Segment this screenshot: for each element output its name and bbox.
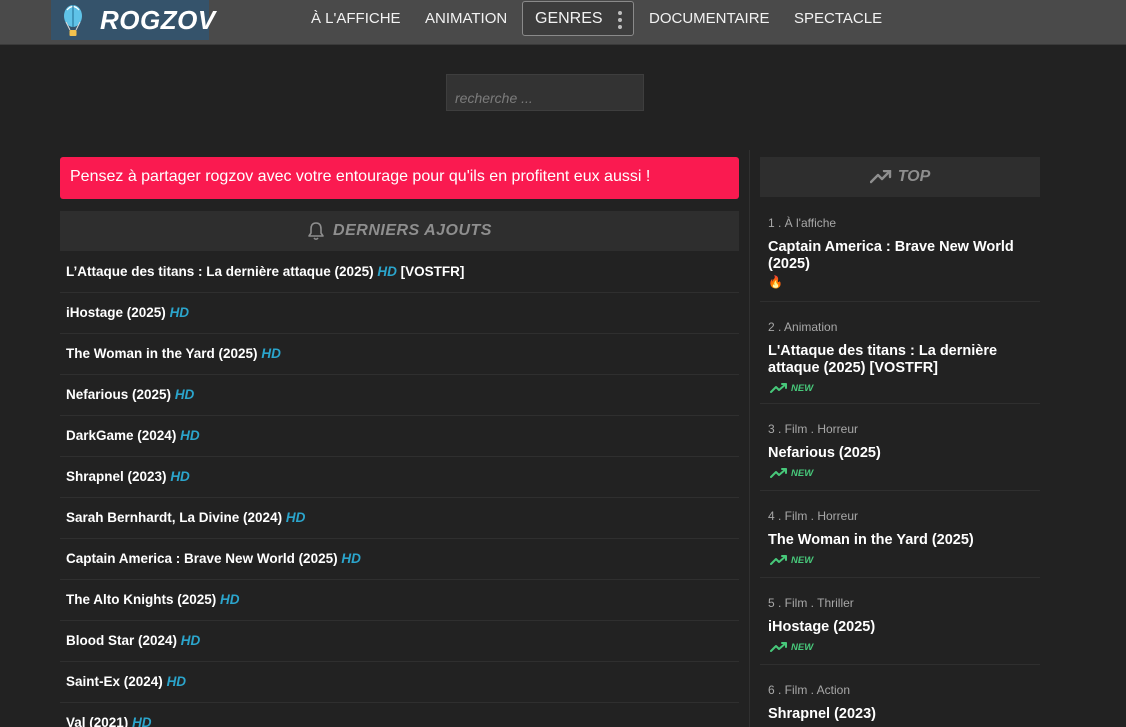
latest-item-title: Saint-Ex (2024) (66, 674, 163, 689)
vertical-dots-icon (618, 11, 622, 29)
top-item-title[interactable]: iHostage (2025) (768, 619, 1032, 636)
top-item-category: 3 . Film . Horreur (768, 422, 859, 436)
hd-tag: HD (220, 592, 240, 607)
new-badge: NEW (768, 381, 1032, 395)
top-item-category: 5 . Film . Thriller (768, 596, 854, 610)
hd-tag: HD (261, 346, 281, 361)
bell-icon (308, 222, 324, 241)
top-header: TOP (760, 157, 1040, 197)
latest-item-title: Sarah Bernhardt, La Divine (2024) (66, 510, 283, 525)
top-item[interactable]: 1 . À l'affiche Captain America : Brave … (760, 198, 1040, 302)
top-item[interactable]: 4 . Film . Horreur The Woman in the Yard… (760, 491, 1040, 578)
latest-item-title: DarkGame (2024) (66, 428, 177, 443)
latest-item-title: The Woman in the Yard (2025) (66, 346, 258, 361)
site-logo[interactable]: ROGZOV (51, 0, 215, 40)
latest-item[interactable]: Nefarious (2025) HD (60, 375, 739, 416)
latest-additions-title: DERNIERS AJOUTS (333, 222, 492, 239)
new-label: NEW (791, 382, 814, 394)
trending-up-icon (770, 555, 787, 565)
latest-item-title: Val (2021) (66, 715, 129, 727)
new-label: NEW (791, 641, 814, 653)
top-item-category: 4 . Film . Horreur (768, 509, 859, 523)
latest-item[interactable]: L’Attaque des titans : La dernière attaq… (60, 252, 739, 293)
new-badge: NEW (768, 553, 1032, 567)
top-item-title[interactable]: L'Attaque des titans : La dernière attaq… (768, 343, 1032, 377)
hd-tag: HD (174, 387, 195, 402)
latest-item-title: Shrapnel (2023) (66, 469, 167, 484)
hd-tag: HD (180, 428, 200, 443)
hot-air-balloon-icon (64, 5, 82, 36)
trending-up-icon (770, 468, 787, 478)
latest-item-title: The Alto Knights (2025) (66, 592, 217, 607)
latest-additions-list: L’Attaque des titans : La dernière attaq… (60, 252, 739, 727)
top-item-title[interactable]: The Woman in the Yard (2025) (768, 532, 1032, 549)
fire-icon: 🔥 (768, 275, 783, 289)
top-item[interactable]: 2 . Animation L'Attaque des titans : La … (760, 302, 1040, 404)
top-item-title[interactable]: Captain America : Brave New World (2025) (768, 239, 1032, 273)
top-list: 1 . À l'affiche Captain America : Brave … (760, 198, 1040, 725)
top-item[interactable]: 5 . Film . Thriller iHostage (2025) NEW (760, 578, 1040, 665)
column-divider (749, 150, 750, 727)
hd-tag: HD (285, 510, 306, 525)
new-label: NEW (791, 554, 814, 566)
genres-label: GENRES (535, 10, 603, 27)
top-item-category: 2 . Animation (768, 320, 838, 334)
latest-item[interactable]: The Woman in the Yard (2025) HD (60, 334, 739, 375)
hd-tag: HD (180, 633, 201, 648)
logo-text: ROGZOV (100, 5, 216, 35)
new-label: NEW (791, 467, 814, 479)
latest-item-title: Nefarious (2025) (66, 387, 172, 402)
latest-item[interactable]: Captain America : Brave New World (2025)… (60, 539, 739, 580)
latest-item[interactable]: Val (2021) HD (60, 703, 739, 727)
hd-tag: HD (170, 469, 190, 484)
latest-item[interactable]: Saint-Ex (2024) HD (60, 662, 739, 703)
latest-item[interactable]: Shrapnel (2023) HD (60, 457, 739, 498)
hd-tag: HD (341, 551, 361, 566)
top-item-title[interactable]: Shrapnel (2023) (768, 706, 1032, 723)
trending-up-icon (770, 383, 787, 393)
top-item-title[interactable]: Nefarious (2025) (768, 445, 1032, 462)
nav-a-l-affiche[interactable]: À L'AFFICHE (311, 10, 401, 27)
nav-documentaire[interactable]: DOCUMENTAIRE (649, 10, 770, 27)
nav-animation[interactable]: ANIMATION (425, 10, 507, 27)
nav-spectacle[interactable]: SPECTACLE (794, 10, 882, 27)
latest-item[interactable]: iHostage (2025) HD (60, 293, 739, 334)
top-item[interactable]: 3 . Film . Horreur Nefarious (2025) NEW (760, 404, 1040, 491)
latest-item-title: Captain America : Brave New World (2025) (66, 551, 338, 566)
hd-tag: HD (169, 305, 190, 320)
latest-additions-header: DERNIERS AJOUTS (60, 211, 739, 251)
top-title: TOP (897, 168, 931, 185)
latest-item[interactable]: Sarah Bernhardt, La Divine (2024) HD (60, 498, 739, 539)
lang-tag: [VOSTFR] (400, 264, 465, 279)
search-input[interactable] (446, 74, 644, 111)
latest-item[interactable]: DarkGame (2024) HD (60, 416, 739, 457)
hd-tag: HD (166, 674, 187, 689)
top-item[interactable]: 6 . Film . Action Shrapnel (2023) (760, 665, 1040, 725)
new-badge: NEW (768, 466, 1032, 480)
latest-item-title: iHostage (2025) (66, 305, 166, 320)
genres-dropdown-button[interactable]: GENRES (522, 1, 634, 36)
latest-item[interactable]: Blood Star (2024) HD (60, 621, 739, 662)
hd-tag: HD (377, 264, 397, 279)
top-navbar: ROGZOV À L'AFFICHE ANIMATION GENRES DOCU… (0, 0, 1126, 45)
share-alert-banner: Pensez à partager rogzov avec votre ento… (60, 157, 739, 199)
top-item-category: 1 . À l'affiche (768, 216, 837, 230)
new-badge: NEW (768, 640, 1032, 654)
hd-tag: HD (132, 715, 152, 727)
latest-item[interactable]: The Alto Knights (2025) HD (60, 580, 739, 621)
trending-up-icon (770, 642, 787, 652)
latest-item-title: L’Attaque des titans : La dernière attaq… (66, 264, 374, 279)
latest-item-title: Blood Star (2024) (66, 633, 178, 648)
top-item-category: 6 . Film . Action (768, 683, 851, 697)
trending-up-icon (869, 170, 891, 184)
